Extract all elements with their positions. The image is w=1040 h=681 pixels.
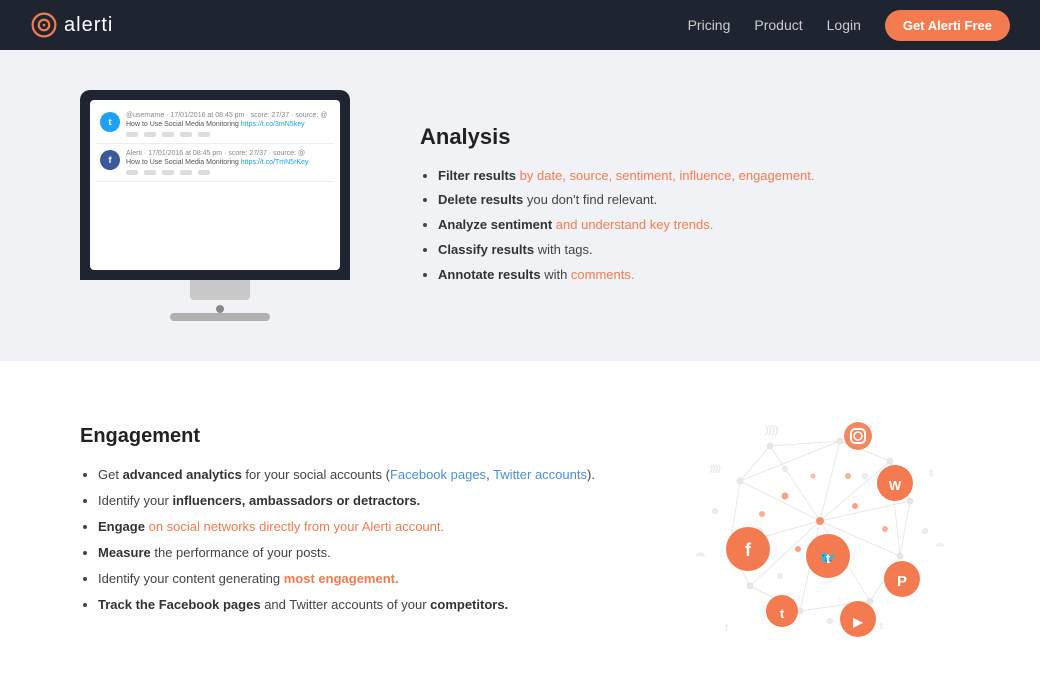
engagement-section: Engagement Get advanced analytics for yo…: [0, 361, 1040, 681]
monitor-stand: [190, 280, 250, 300]
monitor-frame: t @username · 17/01/2016 at 08:45 pm · s…: [80, 90, 350, 280]
nav: Pricing Product Login Get Alerti Free: [688, 10, 1010, 41]
engagement-bullet-5: Identify your content generating most en…: [98, 566, 640, 592]
cta-button[interactable]: Get Alerti Free: [885, 10, 1010, 41]
analysis-bold-4: Classify results: [438, 242, 534, 257]
analysis-highlight-3: and understand key trends.: [556, 217, 714, 232]
analysis-bullet-1: Filter results by date, source, sentimen…: [438, 164, 960, 189]
tweet-actions-2: [126, 170, 330, 175]
engagement-content: Engagement Get advanced analytics for yo…: [80, 425, 640, 618]
analysis-highlight-5: comments.: [571, 267, 635, 282]
svg-text:)))): )))): [765, 425, 778, 436]
engagement-highlight-3: on social networks directly from your Al…: [149, 519, 445, 534]
engagement-bullet-1: Get advanced analytics for your social a…: [98, 462, 640, 488]
svg-text:)))): )))): [710, 464, 721, 473]
monitor-dot: [216, 305, 224, 313]
social-diagram: )))) V t )))) ☁ ☁ t f: [680, 401, 960, 641]
svg-text:W: W: [889, 478, 902, 493]
social-diagram-svg: )))) V t )))) ☁ ☁ t f: [680, 401, 960, 641]
engagement-bullet-3: Engage on social networks directly from …: [98, 514, 640, 540]
tweet-meta-1: @username · 17/01/2016 at 08:45 pm · sco…: [126, 112, 330, 119]
tweet-avatar-facebook: f: [100, 150, 120, 170]
engagement-bold-3: Engage: [98, 519, 145, 534]
engagement-highlight-5: most engagement.: [284, 571, 399, 586]
svg-text:t: t: [880, 621, 883, 631]
engagement-bold-5: most engagement.: [284, 571, 399, 586]
engagement-bold-6b: competitors.: [430, 597, 508, 612]
logo: alerti: [30, 11, 113, 39]
engagement-bold-6: Track the Facebook pages: [98, 597, 261, 612]
engagement-bold-1: advanced analytics: [123, 467, 242, 482]
monitor-illustration: t @username · 17/01/2016 at 08:45 pm · s…: [80, 90, 360, 321]
tweet-content-1: @username · 17/01/2016 at 08:45 pm · sco…: [126, 112, 330, 137]
analysis-bold-5: Annotate results: [438, 267, 541, 282]
tweet-avatar-twitter: t: [100, 112, 120, 132]
svg-text:☁: ☁: [935, 538, 944, 548]
analysis-bold-3: Analyze sentiment: [438, 217, 552, 232]
engagement-link-twitter[interactable]: Twitter accounts: [493, 467, 587, 482]
tweet-content-2: Alerti · 17/01/2016 at 08:45 pm · score:…: [126, 150, 330, 175]
header: alerti Pricing Product Login Get Alerti …: [0, 0, 1040, 50]
network-lines: )))) V t )))) ☁ ☁ t f: [695, 425, 944, 633]
svg-text:t: t: [930, 468, 933, 478]
svg-text:t: t: [780, 606, 785, 621]
analysis-bullet-5: Annotate results with comments.: [438, 263, 960, 288]
analysis-content: Analysis Filter results by date, source,…: [420, 124, 960, 287]
tweet-text-2: How to Use Social Media Monitoring https…: [126, 159, 330, 166]
nav-pricing[interactable]: Pricing: [688, 17, 731, 33]
tweet-meta-2: Alerti · 17/01/2016 at 08:45 pm · score:…: [126, 150, 330, 157]
logo-text: alerti: [64, 14, 113, 37]
analysis-bold-2: Delete results: [438, 192, 523, 207]
tweet-row-2: f Alerti · 17/01/2016 at 08:45 pm · scor…: [96, 144, 334, 182]
svg-text:f: f: [745, 540, 752, 560]
svg-text:☁: ☁: [695, 548, 705, 559]
monitor-screen: t @username · 17/01/2016 at 08:45 pm · s…: [90, 100, 340, 270]
engagement-bold-4: Measure: [98, 545, 151, 560]
engagement-bullet-2: Identify your influencers, ambassadors o…: [98, 488, 640, 514]
analysis-bold-1: Filter results: [438, 168, 516, 183]
instagram-node: [844, 422, 872, 450]
engagement-bold-2: influencers, ambassadors or detractors.: [172, 493, 420, 508]
tweet-text-1: How to Use Social Media Monitoring https…: [126, 121, 330, 128]
svg-text:f: f: [725, 623, 728, 633]
analysis-title: Analysis: [420, 124, 960, 150]
analysis-section: t @username · 17/01/2016 at 08:45 pm · s…: [0, 50, 1040, 361]
engagement-bullets: Get advanced analytics for your social a…: [80, 462, 640, 618]
engagement-title: Engagement: [80, 425, 640, 448]
analysis-bullet-3: Analyze sentiment and understand key tre…: [438, 213, 960, 238]
svg-text:P: P: [897, 573, 907, 590]
engagement-link-facebook[interactable]: Facebook pages: [390, 467, 486, 482]
svg-text:▶: ▶: [852, 615, 863, 629]
analysis-bullets: Filter results by date, source, sentimen…: [420, 164, 960, 287]
tweet-row-1: t @username · 17/01/2016 at 08:45 pm · s…: [96, 106, 334, 144]
logo-icon: [30, 11, 58, 39]
analysis-highlight-1: by date, source, sentiment, influence, e…: [520, 168, 815, 183]
analysis-bullet-2: Delete results you don't find relevant.: [438, 188, 960, 213]
nav-product[interactable]: Product: [754, 17, 802, 33]
analysis-bullet-4: Classify results with tags.: [438, 238, 960, 263]
svg-text:t: t: [826, 551, 831, 566]
nav-login[interactable]: Login: [827, 17, 861, 33]
monitor-base: [170, 313, 270, 321]
engagement-bullet-4: Measure the performance of your posts.: [98, 540, 640, 566]
tweet-actions-1: [126, 132, 330, 137]
